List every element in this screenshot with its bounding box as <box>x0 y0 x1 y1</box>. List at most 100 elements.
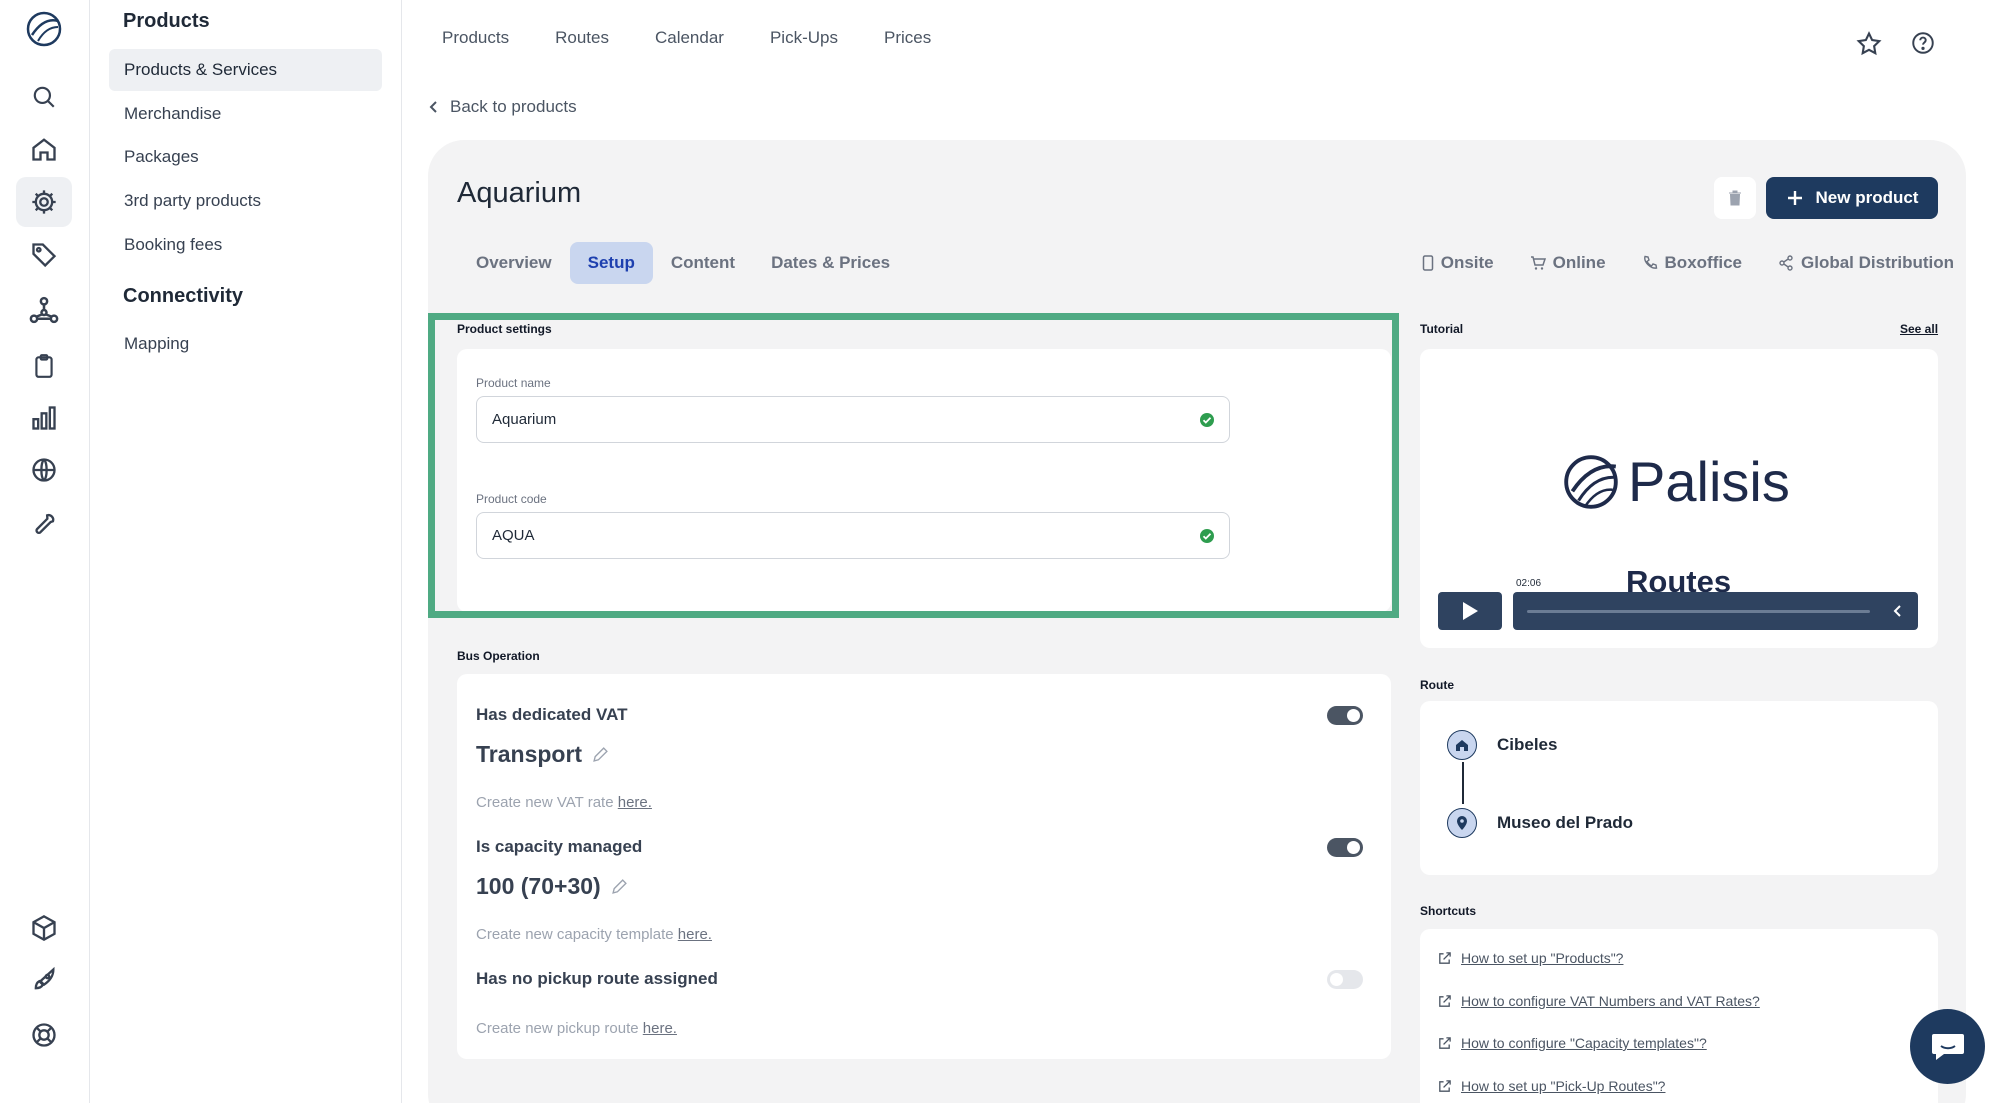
dedicated-vat-label: Has dedicated VAT <box>476 705 628 724</box>
capacity-help-text: Create new capacity template <box>476 926 674 943</box>
video-progress-bar[interactable] <box>1513 592 1918 630</box>
plus-icon <box>1787 191 1802 205</box>
palisis-logo: Palisis <box>1560 449 1790 514</box>
back-to-products-link[interactable]: Back to products <box>428 97 577 117</box>
sidebar-item-products-services[interactable]: Products & Services <box>109 49 382 91</box>
capacity-create-link[interactable]: here. <box>678 926 712 943</box>
vat-create-link[interactable]: here. <box>618 794 652 811</box>
cart-icon <box>1530 256 1546 270</box>
help-icon[interactable] <box>1910 30 1936 56</box>
new-product-label: New product <box>1815 188 1919 207</box>
gear-icon[interactable] <box>16 177 72 227</box>
capacity-help: Create new capacity template here. <box>476 926 712 943</box>
pickup-help: Create new pickup route here. <box>476 1020 677 1037</box>
channel-boxoffice[interactable]: Boxoffice <box>1642 253 1742 273</box>
tutorial-heading: Tutorial <box>1420 322 1464 336</box>
products-sidebar: Products Products & Services Merchandise… <box>91 0 402 1103</box>
shortcut-link-capacity[interactable]: How to configure "Capacity templates"? <box>1437 1035 1707 1051</box>
shortcut-text: How to configure "Capacity templates"? <box>1461 1035 1707 1051</box>
channel-boxoffice-label: Boxoffice <box>1664 253 1742 272</box>
wrench-icon[interactable] <box>16 497 72 547</box>
tab-overview[interactable]: Overview <box>458 242 570 284</box>
capacity-toggle[interactable] <box>1327 838 1363 857</box>
shortcuts-heading: Shortcuts <box>1420 904 1477 918</box>
globe-icon[interactable] <box>16 445 72 495</box>
channel-onsite[interactable]: Onsite <box>1422 253 1494 273</box>
sidebar-item-3rd-party[interactable]: 3rd party products <box>109 180 382 222</box>
channel-list: Onsite Online Boxoffice Global Distribut… <box>1422 253 1954 273</box>
topnav-prices[interactable]: Prices <box>884 28 931 48</box>
cube-icon[interactable] <box>16 903 72 953</box>
topnav-pickups[interactable]: Pick-Ups <box>770 28 838 48</box>
external-link-icon <box>1439 994 1451 1007</box>
route-stop-destination: Museo del Prado <box>1447 808 1633 838</box>
palisis-wordmark: Palisis <box>1628 450 1790 513</box>
clipboard-icon[interactable] <box>16 341 72 391</box>
progress-track[interactable] <box>1527 610 1870 613</box>
tab-content[interactable]: Content <box>653 242 753 284</box>
topnav-calendar[interactable]: Calendar <box>655 28 724 48</box>
channel-online[interactable]: Online <box>1530 253 1606 273</box>
lifebuoy-icon[interactable] <box>16 1010 72 1060</box>
trash-icon <box>1729 190 1741 206</box>
vat-help: Create new VAT rate here. <box>476 794 652 811</box>
tab-setup[interactable]: Setup <box>569 242 653 284</box>
play-icon <box>1463 602 1478 620</box>
vat-help-text: Create new VAT rate <box>476 794 614 811</box>
network-icon[interactable] <box>16 285 72 335</box>
sidebar-item-packages[interactable]: Packages <box>109 136 382 178</box>
pickup-toggle[interactable] <box>1327 970 1363 989</box>
external-link-icon <box>1439 951 1451 964</box>
chevron-left-icon <box>429 101 437 113</box>
back-label: Back to products <box>450 97 577 116</box>
shortcut-text: How to set up "Pick-Up Routes"? <box>1461 1078 1666 1094</box>
shortcut-link-products[interactable]: How to set up "Products"? <box>1437 950 1623 966</box>
bus-operation-card <box>457 674 1391 1059</box>
topnav-products[interactable]: Products <box>442 28 509 48</box>
map-pin-icon <box>1447 808 1477 838</box>
channel-online-label: Online <box>1552 253 1606 272</box>
pickup-help-text: Create new pickup route <box>476 1020 639 1037</box>
route-stop-origin: Cibeles <box>1447 730 1557 760</box>
star-icon[interactable] <box>1855 30 1883 58</box>
sidebar-item-mapping[interactable]: Mapping <box>109 323 382 365</box>
sidebar-heading-connectivity: Connectivity <box>123 285 244 307</box>
external-link-icon <box>1439 1036 1451 1049</box>
route-connector <box>1462 762 1464 804</box>
dedicated-vat-toggle[interactable] <box>1327 706 1363 725</box>
capacity-label: Is capacity managed <box>476 837 643 856</box>
icon-rail <box>0 0 90 1103</box>
sidebar-heading-products: Products <box>123 10 210 32</box>
tutorial-video[interactable]: Palisis Routes 02:06 <box>1420 349 1938 648</box>
new-product-button[interactable]: New product <box>1766 177 1938 219</box>
tag-icon[interactable] <box>16 230 72 280</box>
home-icon[interactable] <box>16 124 72 174</box>
shortcut-link-pickup[interactable]: How to set up "Pick-Up Routes"? <box>1437 1078 1665 1094</box>
capacity-value: 100 (70+30) <box>476 873 628 900</box>
channel-global-distribution[interactable]: Global Distribution <box>1778 253 1954 273</box>
see-all-link[interactable]: See all <box>1900 322 1938 336</box>
bar-chart-icon[interactable] <box>16 393 72 443</box>
chat-button[interactable] <box>1910 1009 1985 1084</box>
rocket-icon[interactable] <box>16 955 72 1005</box>
sidebar-item-booking-fees[interactable]: Booking fees <box>109 224 382 266</box>
search-icon[interactable] <box>16 72 72 122</box>
bus-operation-heading: Bus Operation <box>457 649 540 663</box>
sidebar-item-merchandise[interactable]: Merchandise <box>109 93 382 135</box>
external-link-icon <box>1439 1079 1451 1092</box>
phone-icon <box>1643 255 1657 269</box>
tab-dates-prices[interactable]: Dates & Prices <box>753 242 908 284</box>
route-origin-name: Cibeles <box>1497 735 1558 754</box>
logo-icon[interactable] <box>16 4 72 54</box>
route-heading: Route <box>1420 678 1454 692</box>
pickup-create-link[interactable]: here. <box>643 1020 677 1037</box>
shortcut-link-vat[interactable]: How to configure VAT Numbers and VAT Rat… <box>1437 993 1760 1009</box>
route-destination-name: Museo del Prado <box>1497 813 1634 832</box>
play-button[interactable] <box>1438 592 1502 630</box>
topnav-routes[interactable]: Routes <box>555 28 609 48</box>
pencil-icon[interactable] <box>592 746 609 763</box>
chevron-left-icon[interactable] <box>1892 603 1904 619</box>
pencil-icon[interactable] <box>611 878 628 895</box>
share-icon <box>1779 255 1793 271</box>
delete-button[interactable] <box>1714 177 1756 219</box>
